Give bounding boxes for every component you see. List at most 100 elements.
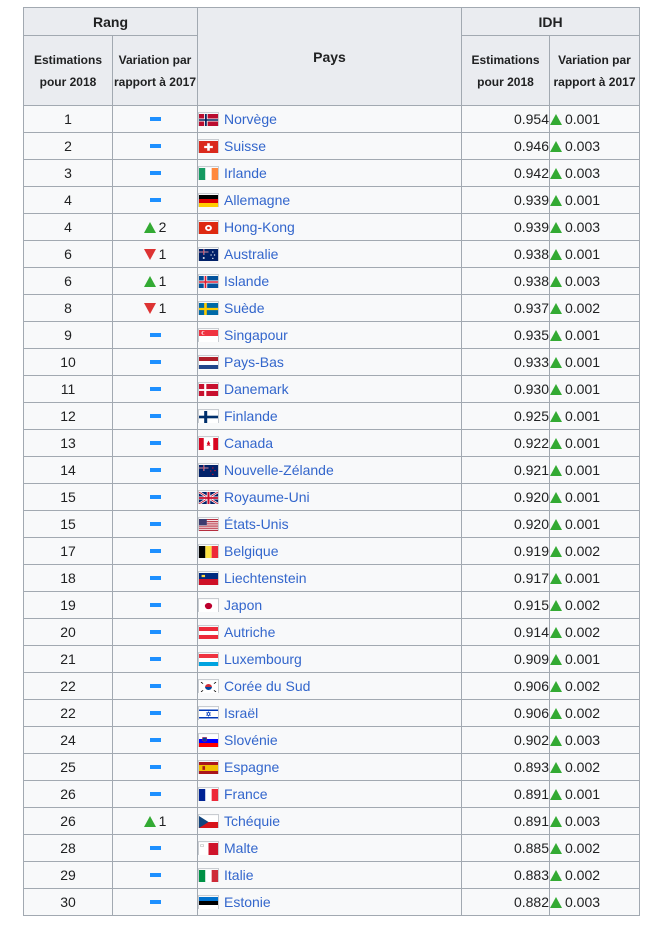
decrease-arrow-icon bbox=[143, 249, 156, 260]
country-cell: Liechtenstein bbox=[197, 564, 462, 592]
flag-dk-icon bbox=[198, 382, 219, 396]
rank-cell: 26 bbox=[23, 780, 113, 808]
country-cell: Allemagne bbox=[197, 186, 462, 214]
country-link[interactable]: Luxembourg bbox=[224, 651, 302, 667]
rank-cell: 15 bbox=[23, 483, 113, 511]
increase-arrow-icon bbox=[550, 735, 562, 746]
hdi-change-value: 0.001 bbox=[565, 327, 601, 343]
header-rank-variation[interactable]: Variation par rapport à 2017 bbox=[112, 35, 198, 106]
increase-arrow-icon bbox=[550, 492, 562, 503]
country-link[interactable]: Israël bbox=[224, 705, 258, 721]
country-link[interactable]: États-Unis bbox=[224, 516, 289, 532]
country-link[interactable]: Italie bbox=[224, 867, 254, 883]
header-pays[interactable]: Pays bbox=[197, 7, 462, 106]
hdi-change-cell: 0.001 bbox=[549, 510, 640, 538]
hdi-change-value: 0.001 bbox=[565, 435, 601, 451]
unchanged-icon bbox=[149, 468, 161, 472]
unchanged-icon bbox=[149, 711, 161, 715]
rank-cell: 21 bbox=[23, 645, 113, 673]
rank-cell: 30 bbox=[23, 888, 113, 916]
country-link[interactable]: Suède bbox=[224, 300, 264, 316]
table-row: 30 Estonie 0.882 0.003 bbox=[23, 888, 640, 916]
country-link[interactable]: Norvège bbox=[224, 111, 277, 127]
header-idh-variation[interactable]: Variation par rapport à 2017 bbox=[549, 35, 640, 106]
flag-nl-icon bbox=[198, 355, 219, 369]
flag-be-icon bbox=[198, 544, 219, 558]
increase-arrow-icon bbox=[550, 654, 562, 665]
country-link[interactable]: Hong-Kong bbox=[224, 219, 295, 235]
country-cell: Italie bbox=[197, 861, 462, 889]
increase-arrow-icon bbox=[550, 870, 562, 881]
hdi-change-cell: 0.003 bbox=[549, 726, 640, 754]
unchanged-icon bbox=[149, 549, 161, 553]
rank-change-cell bbox=[112, 159, 198, 187]
rank-change-cell bbox=[112, 618, 198, 646]
country-link[interactable]: Tchéquie bbox=[224, 813, 280, 829]
hdi-value-cell: 0.937 bbox=[461, 294, 550, 322]
rank-change-cell: 1 bbox=[112, 807, 198, 835]
unchanged-icon bbox=[149, 360, 161, 364]
hdi-change-value: 0.001 bbox=[565, 462, 601, 478]
country-link[interactable]: Allemagne bbox=[224, 192, 290, 208]
country-cell: France bbox=[197, 780, 462, 808]
country-link[interactable]: Royaume-Uni bbox=[224, 489, 310, 505]
country-link[interactable]: Canada bbox=[224, 435, 273, 451]
country-link[interactable]: Malte bbox=[224, 840, 258, 856]
unchanged-icon bbox=[149, 873, 161, 877]
hdi-change-cell: 0.003 bbox=[549, 888, 640, 916]
rank-change-value: 1 bbox=[158, 246, 167, 262]
hdi-change-value: 0.001 bbox=[565, 246, 601, 262]
country-link[interactable]: Pays-Bas bbox=[224, 354, 284, 370]
country-link[interactable]: Suisse bbox=[224, 138, 266, 154]
country-cell: Suède bbox=[197, 294, 462, 322]
flag-no-icon bbox=[198, 112, 219, 126]
country-link[interactable]: Espagne bbox=[224, 759, 279, 775]
country-cell: Tchéquie bbox=[197, 807, 462, 835]
rank-change-cell bbox=[112, 132, 198, 160]
hdi-value-cell: 0.920 bbox=[461, 483, 550, 511]
rank-change-cell bbox=[112, 483, 198, 511]
table-row: 6 1 Australie 0.938 0.001 bbox=[23, 240, 640, 268]
flag-mt-icon bbox=[198, 841, 219, 855]
unchanged-icon bbox=[149, 144, 161, 148]
hdi-change-cell: 0.003 bbox=[549, 159, 640, 187]
unchanged-icon bbox=[149, 441, 161, 445]
country-link[interactable]: Belgique bbox=[224, 543, 279, 559]
hdi-value-cell: 0.906 bbox=[461, 672, 550, 700]
rank-change-cell bbox=[112, 429, 198, 457]
hdi-change-value: 0.003 bbox=[565, 165, 601, 181]
increase-arrow-icon bbox=[550, 897, 562, 908]
table-row: 3 Irlande 0.942 0.003 bbox=[23, 159, 640, 187]
country-link[interactable]: Estonie bbox=[224, 894, 271, 910]
increase-arrow-icon bbox=[550, 627, 562, 638]
hdi-change-cell: 0.001 bbox=[549, 402, 640, 430]
country-link[interactable]: Liechtenstein bbox=[224, 570, 307, 586]
country-link[interactable]: Danemark bbox=[224, 381, 289, 397]
increase-arrow-icon bbox=[550, 762, 562, 773]
table-row: 18 Liechtenstein 0.917 0.001 bbox=[23, 564, 640, 592]
country-link[interactable]: Australie bbox=[224, 246, 278, 262]
country-link[interactable]: Irlande bbox=[224, 165, 267, 181]
country-link[interactable]: Autriche bbox=[224, 624, 275, 640]
hdi-value-cell: 0.946 bbox=[461, 132, 550, 160]
country-cell: Canada bbox=[197, 429, 462, 457]
country-link[interactable]: Finlande bbox=[224, 408, 278, 424]
country-link[interactable]: Slovénie bbox=[224, 732, 278, 748]
header-rank-estimate[interactable]: Estimations pour 2018 bbox=[23, 35, 113, 106]
hdi-value-cell: 0.906 bbox=[461, 699, 550, 727]
country-link[interactable]: Singapour bbox=[224, 327, 288, 343]
country-link[interactable]: Corée du Sud bbox=[224, 678, 310, 694]
increase-arrow-icon bbox=[143, 816, 156, 827]
country-link[interactable]: Islande bbox=[224, 273, 269, 289]
hdi-change-cell: 0.002 bbox=[549, 294, 640, 322]
unchanged-icon bbox=[149, 522, 161, 526]
rank-cell: 6 bbox=[23, 267, 113, 295]
country-link[interactable]: Nouvelle-Zélande bbox=[224, 462, 334, 478]
rank-change-cell bbox=[112, 510, 198, 538]
header-idh-estimate[interactable]: Estimations pour 2018 bbox=[461, 35, 550, 106]
country-link[interactable]: Japon bbox=[224, 597, 262, 613]
hdi-change-value: 0.001 bbox=[565, 489, 601, 505]
increase-arrow-icon bbox=[550, 708, 562, 719]
hdi-change-cell: 0.001 bbox=[549, 564, 640, 592]
country-link[interactable]: France bbox=[224, 786, 268, 802]
